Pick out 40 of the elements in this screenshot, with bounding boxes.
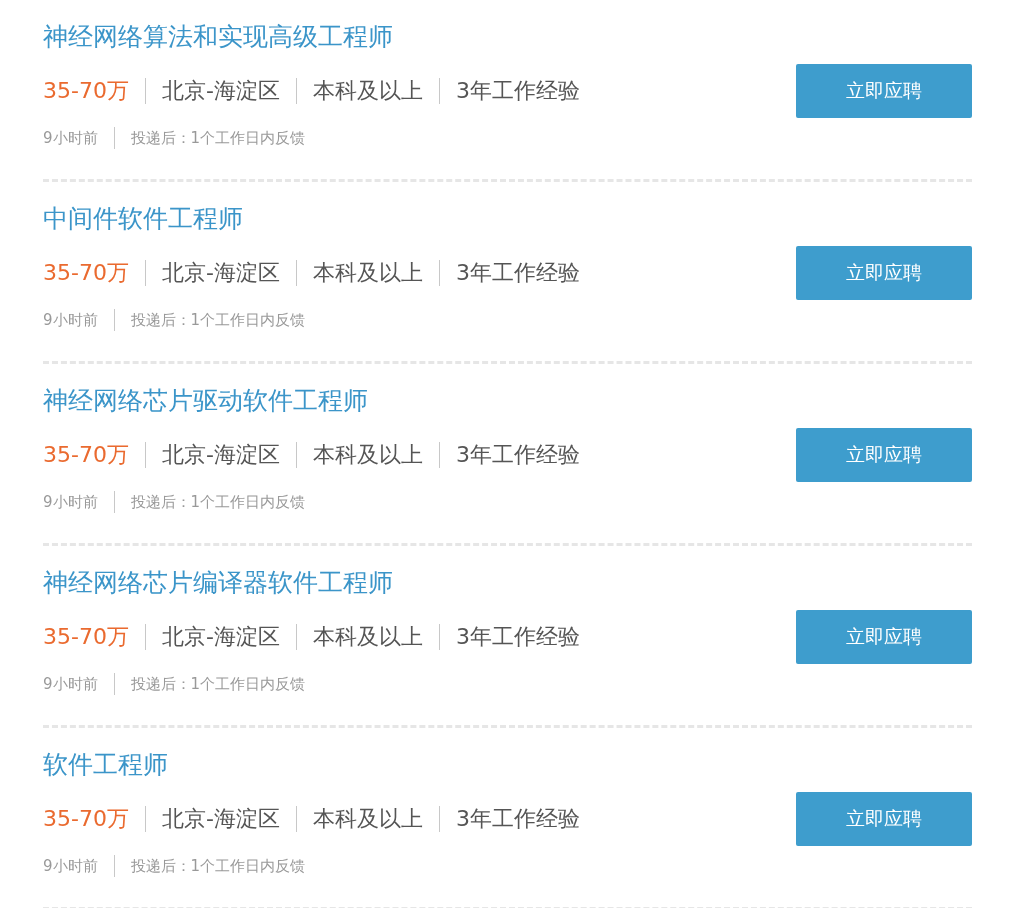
job-title[interactable]: 中间件软件工程师 [43, 202, 243, 236]
salary: 35-70万 [43, 441, 129, 469]
experience: 3年工作经验 [455, 441, 580, 469]
salary: 35-70万 [43, 805, 129, 833]
job-title[interactable]: 软件工程师 [43, 748, 168, 782]
feedback-note: 投递后：1个工作日内反馈 [130, 856, 306, 876]
apply-button[interactable]: 立即应聘 [796, 64, 972, 118]
education: 本科及以上 [312, 441, 423, 469]
posted-time: 9小时前 [43, 856, 98, 876]
job-title[interactable]: 神经网络芯片驱动软件工程师 [43, 384, 368, 418]
posted-time: 9小时前 [43, 128, 98, 148]
job-title[interactable]: 神经网络芯片编译器软件工程师 [43, 566, 393, 600]
experience: 3年工作经验 [455, 805, 580, 833]
education: 本科及以上 [312, 805, 423, 833]
apply-button[interactable]: 立即应聘 [796, 792, 972, 846]
location: 北京-海淀区 [161, 441, 280, 469]
posted-time: 9小时前 [43, 310, 98, 330]
location: 北京-海淀区 [161, 259, 280, 287]
education: 本科及以上 [312, 259, 423, 287]
location: 北京-海淀区 [161, 623, 280, 651]
posted-time: 9小时前 [43, 674, 98, 694]
apply-button[interactable]: 立即应聘 [796, 246, 972, 300]
experience: 3年工作经验 [455, 77, 580, 105]
salary: 35-70万 [43, 623, 129, 651]
feedback-note: 投递后：1个工作日内反馈 [130, 492, 306, 512]
education: 本科及以上 [312, 77, 423, 105]
apply-button[interactable]: 立即应聘 [796, 610, 972, 664]
experience: 3年工作经验 [455, 259, 580, 287]
location: 北京-海淀区 [161, 77, 280, 105]
location: 北京-海淀区 [161, 805, 280, 833]
experience: 3年工作经验 [455, 623, 580, 651]
apply-button[interactable]: 立即应聘 [796, 428, 972, 482]
education: 本科及以上 [312, 623, 423, 651]
feedback-note: 投递后：1个工作日内反馈 [130, 128, 306, 148]
salary: 35-70万 [43, 77, 129, 105]
posted-time: 9小时前 [43, 492, 98, 512]
job-title[interactable]: 神经网络算法和实现高级工程师 [43, 20, 393, 54]
feedback-note: 投递后：1个工作日内反馈 [130, 674, 306, 694]
feedback-note: 投递后：1个工作日内反馈 [130, 310, 306, 330]
salary: 35-70万 [43, 259, 129, 287]
